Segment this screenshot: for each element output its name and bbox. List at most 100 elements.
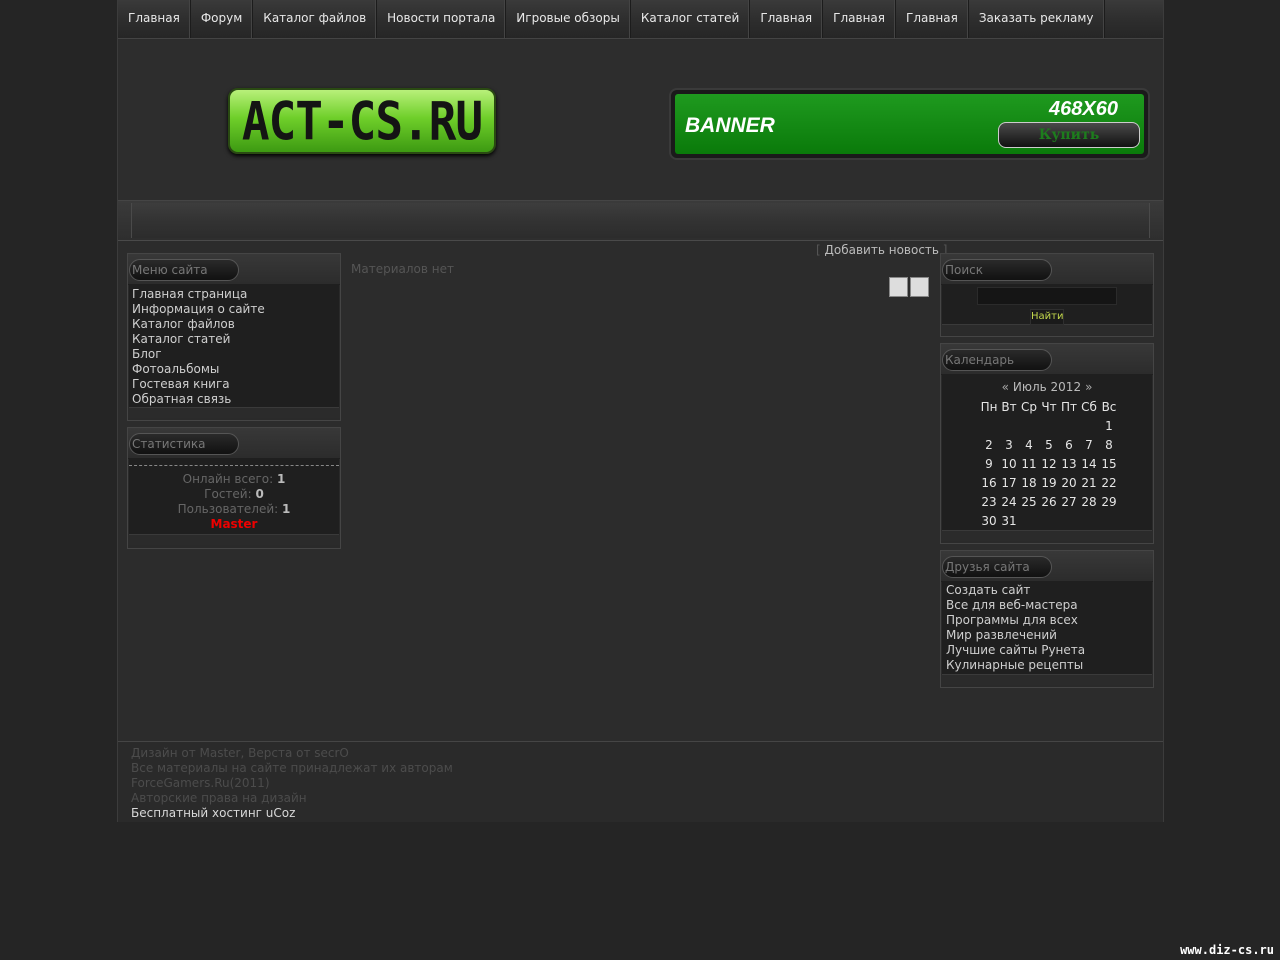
weekday-label: Ср (1021, 399, 1037, 414)
calendar-day[interactable]: 4 (1019, 435, 1039, 454)
calendar-day[interactable]: 31 (999, 511, 1019, 530)
eye-icon[interactable] (889, 277, 908, 297)
site-logo[interactable]: ACT-CS.RU (228, 88, 496, 154)
view-icons (889, 277, 929, 297)
nav-item[interactable]: Главная (118, 0, 191, 38)
calendar-day[interactable]: 8 (1099, 435, 1119, 454)
calendar-day[interactable]: 10 (999, 454, 1019, 473)
calendar-day[interactable]: 3 (999, 435, 1019, 454)
banner-title: BANNER (685, 114, 775, 137)
online-user-link[interactable]: Master (211, 517, 258, 531)
friend-link[interactable]: Кулинарные рецепты (946, 658, 1148, 673)
menu-item[interactable]: Информация о сайте (132, 302, 336, 317)
list-view-icon[interactable] (910, 277, 929, 297)
calendar-day[interactable]: 16 (979, 473, 999, 492)
nav-item[interactable]: Каталог статей (631, 0, 751, 38)
menu-item[interactable]: Каталог файлов (132, 317, 336, 332)
calendar-day[interactable]: 11 (1019, 454, 1039, 473)
menu-item[interactable]: Гостевая книга (132, 377, 336, 392)
calendar-day[interactable]: 17 (999, 473, 1019, 492)
calendar-day[interactable]: 23 (979, 492, 999, 511)
calendar-day[interactable]: 24 (999, 492, 1019, 511)
friend-link[interactable]: Лучшие сайты Рунета (946, 643, 1148, 658)
footer-line: ForceGamers.Ru(2011) (131, 776, 270, 790)
footer-line[interactable]: Бесплатный хостинг uCoz (131, 806, 1163, 821)
no-materials-text: Материалов нет (351, 262, 454, 276)
nav-item[interactable]: Новости портала (377, 0, 507, 38)
friends-block: Друзья сайта Создать сайт Все для веб-мас… (940, 550, 1154, 688)
calendar-prev[interactable]: « (998, 380, 1013, 394)
menu-item[interactable]: Блог (132, 347, 336, 362)
online-count: 1 (276, 472, 286, 486)
add-news-link[interactable]: Добавить новость (825, 243, 939, 257)
calendar-day (999, 416, 1019, 435)
friend-link[interactable]: Создать сайт (946, 583, 1148, 598)
calendar-day[interactable]: 28 (1079, 492, 1099, 511)
calendar-day[interactable]: 27 (1059, 492, 1079, 511)
banner-buy-button[interactable]: Купить (998, 122, 1140, 148)
header: ACT-CS.RU BANNER 468X60 Купить (118, 40, 1163, 201)
friend-link[interactable]: Мир развлечений (946, 628, 1148, 643)
calendar-day[interactable]: 21 (1079, 473, 1099, 492)
calendar-next[interactable]: » (1081, 380, 1096, 394)
calendar-day[interactable]: 2 (979, 435, 999, 454)
calendar-day[interactable]: 7 (1079, 435, 1099, 454)
calendar-title: Календарь (942, 349, 1052, 371)
calendar-day[interactable]: 6 (1059, 435, 1079, 454)
calendar-day[interactable]: 25 (1019, 492, 1039, 511)
calendar-week: 2345678 (979, 435, 1119, 454)
calendar-day[interactable]: 13 (1059, 454, 1079, 473)
footer: Дизайн от Master, Верста от secrO Все мат… (118, 741, 1163, 822)
banner-size: 468X60 (1049, 98, 1118, 120)
nav-item[interactable]: Заказать рекламу (969, 0, 1105, 38)
stats-content: Онлайн всего: 1 Гостей: 0 Пользователей:… (129, 465, 339, 536)
calendar-day (1019, 511, 1039, 530)
nav-item[interactable]: Главная (823, 0, 896, 38)
nav-item[interactable]: Главная (896, 0, 969, 38)
footer-line: Дизайн от Master, Верста от secrO (131, 746, 349, 760)
calendar-day (1079, 416, 1099, 435)
footer-line: Авторские права на дизайн (131, 791, 307, 805)
menu-item[interactable]: Обратная связь (132, 392, 336, 407)
weekday-label: Вт (1001, 399, 1017, 414)
calendar-day[interactable]: 15 (1099, 454, 1119, 473)
calendar-day[interactable]: 5 (1039, 435, 1059, 454)
users-count: 1 (282, 502, 291, 516)
calendar-month[interactable]: Июль 2012 (1013, 380, 1081, 394)
search-input[interactable] (977, 287, 1117, 305)
calendar-day[interactable]: 30 (979, 511, 999, 530)
search-button[interactable]: Найти (1030, 309, 1064, 325)
calendar-week: 23 24 25 26 27 28 29 (979, 492, 1119, 511)
calendar-day[interactable]: 26 (1039, 492, 1059, 511)
calendar-day[interactable]: 18 (1019, 473, 1039, 492)
nav-item[interactable]: Главная (750, 0, 824, 38)
calendar-day[interactable]: 29 (1099, 492, 1119, 511)
calendar-day[interactable]: 19 (1039, 473, 1059, 492)
friend-link[interactable]: Все для веб-мастера (946, 598, 1148, 613)
nav-item[interactable]: Форум (191, 0, 254, 38)
calendar-day (1039, 416, 1059, 435)
calendar-day[interactable]: 12 (1039, 454, 1059, 473)
menu-item[interactable]: Каталог статей (132, 332, 336, 347)
nav-item[interactable]: Игровые обзоры (506, 0, 631, 38)
menu-item[interactable]: Фотоальбомы (132, 362, 336, 377)
calendar-week: 9 10 11 12 13 14 15 (979, 454, 1119, 473)
calendar-day[interactable]: 14 (1079, 454, 1099, 473)
calendar-day[interactable]: 22 (1099, 473, 1119, 492)
calendar-day (1059, 511, 1079, 530)
calendar-day[interactable]: 1 (1099, 416, 1119, 435)
site-menu-block: Меню сайта Главная страница Информация о … (127, 253, 341, 421)
calendar-day[interactable]: 20 (1059, 473, 1079, 492)
friend-link[interactable]: Программы для всех (946, 613, 1148, 628)
calendar-day (1079, 511, 1099, 530)
calendar-week: 1 (979, 416, 1119, 435)
calendar-block: Календарь «Июль 2012» Пн Вт Ср Чт Пт Сб Вс 1 2 3 4… (940, 343, 1154, 544)
menu-item[interactable]: Главная страница (132, 287, 336, 302)
calendar-week: 30 31 (979, 511, 1119, 530)
nav-item[interactable]: Каталог файлов (253, 0, 378, 38)
calendar-day[interactable]: 9 (979, 454, 999, 473)
ad-banner[interactable]: BANNER 468X60 Купить (669, 88, 1150, 160)
footer-line: Все материалы на сайте принадлежат их ав… (131, 761, 453, 775)
sub-bar (118, 201, 1163, 241)
calendar-weekdays: Пн Вт Ср Чт Пт Сб Вс (979, 397, 1119, 416)
